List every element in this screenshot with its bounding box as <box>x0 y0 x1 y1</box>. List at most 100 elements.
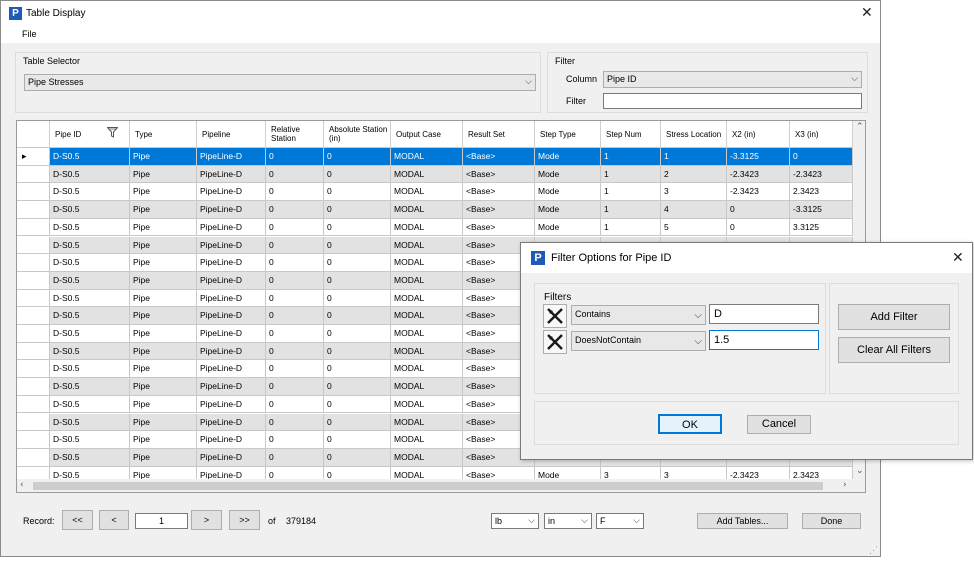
table-cell[interactable]: 0 <box>266 325 324 343</box>
table-cell[interactable]: 0 <box>266 201 324 219</box>
table-cell[interactable]: PipeLine-D <box>197 448 266 467</box>
row-header[interactable] <box>17 307 50 325</box>
filter-2-operator-dropdown[interactable]: DoesNotContain ⌵ <box>571 331 706 351</box>
table-cell[interactable]: D-S0.5 <box>50 413 130 432</box>
table-cell[interactable]: PipeLine-D <box>197 289 266 308</box>
table-cell[interactable]: 5 <box>661 218 727 237</box>
table-cell[interactable]: PipeLine-D <box>197 254 266 272</box>
column-header-relative-station[interactable]: Relative Station <box>266 121 324 147</box>
table-cell[interactable]: 1 <box>601 183 661 202</box>
table-cell[interactable]: 1 <box>601 218 661 237</box>
table-cell[interactable]: Mode <box>535 183 601 202</box>
table-cell[interactable]: Mode <box>535 165 601 184</box>
table-cell[interactable]: PipeLine-D <box>197 201 266 219</box>
column-header-type[interactable]: Type <box>130 121 197 147</box>
row-header[interactable] <box>17 431 50 449</box>
table-cell[interactable]: MODAL <box>391 378 463 396</box>
table-cell[interactable]: MODAL <box>391 218 463 237</box>
table-cell[interactable]: MODAL <box>391 183 463 202</box>
table-cell[interactable]: 3.3125 <box>790 218 853 237</box>
done-button[interactable]: Done <box>802 513 861 529</box>
table-cell[interactable]: 0 <box>324 165 391 184</box>
table-cell[interactable]: 2.3423 <box>790 183 853 202</box>
record-page-input[interactable]: 1 <box>135 513 188 529</box>
table-cell[interactable]: 0 <box>266 378 324 396</box>
table-cell[interactable]: Mode <box>535 148 601 166</box>
table-cell[interactable]: MODAL <box>391 236 463 255</box>
first-record-button[interactable]: << <box>62 510 93 530</box>
table-cell[interactable]: PipeLine-D <box>197 183 266 202</box>
remove-filter-1-button[interactable] <box>543 304 567 328</box>
column-header-x3[interactable]: X3 (in) <box>790 121 853 147</box>
table-cell[interactable]: MODAL <box>391 431 463 449</box>
filter-funnel-icon[interactable] <box>107 127 118 138</box>
table-cell[interactable]: 1 <box>601 165 661 184</box>
table-cell[interactable]: Pipe <box>130 431 197 449</box>
force-unit-dropdown[interactable]: lb ⌵ <box>491 513 539 529</box>
table-cell[interactable]: 0 <box>266 342 324 361</box>
table-row[interactable]: D-S0.5 Pipe PipeLine-D 0 0 MODAL <Base> Mode 1 3-… <box>17 183 853 202</box>
table-cell[interactable]: Pipe <box>130 289 197 308</box>
table-cell[interactable]: 1 <box>601 148 661 166</box>
table-cell[interactable]: <Base> <box>463 183 535 202</box>
table-cell[interactable]: Pipe <box>130 325 197 343</box>
table-cell[interactable]: 0 <box>266 183 324 202</box>
table-cell[interactable]: D-S0.5 <box>50 307 130 325</box>
table-cell[interactable]: MODAL <box>391 360 463 379</box>
table-cell[interactable]: 0 <box>266 165 324 184</box>
length-unit-dropdown[interactable]: in ⌵ <box>544 513 592 529</box>
clear-all-filters-button[interactable]: Clear All Filters <box>838 337 950 363</box>
row-header[interactable] <box>17 201 50 219</box>
table-cell[interactable]: 0 <box>324 218 391 237</box>
table-cell[interactable]: 0 <box>324 395 391 414</box>
table-cell[interactable]: D-S0.5 <box>50 148 130 166</box>
table-cell[interactable]: D-S0.5 <box>50 342 130 361</box>
table-cell[interactable]: Pipe <box>130 448 197 467</box>
table-cell[interactable]: MODAL <box>391 254 463 272</box>
table-cell[interactable]: 2 <box>661 165 727 184</box>
table-cell[interactable]: D-S0.5 <box>50 448 130 467</box>
table-cell[interactable]: Pipe <box>130 236 197 255</box>
temp-unit-dropdown[interactable]: F ⌵ <box>596 513 644 529</box>
table-cell[interactable]: PipeLine-D <box>197 165 266 184</box>
table-cell[interactable]: MODAL <box>391 307 463 325</box>
table-cell[interactable]: 0 <box>266 395 324 414</box>
table-cell[interactable]: 0 <box>324 183 391 202</box>
row-header[interactable] <box>17 395 50 414</box>
table-cell[interactable]: D-S0.5 <box>50 201 130 219</box>
filter-input[interactable] <box>603 93 862 109</box>
next-record-button[interactable]: > <box>191 510 222 530</box>
table-cell[interactable]: Pipe <box>130 201 197 219</box>
table-cell[interactable]: 1 <box>601 201 661 219</box>
table-cell[interactable]: MODAL <box>391 289 463 308</box>
row-header[interactable] <box>17 378 50 396</box>
table-cell[interactable]: -2.3423 <box>727 183 790 202</box>
table-cell[interactable]: Pipe <box>130 360 197 379</box>
table-cell[interactable]: 0 <box>266 271 324 290</box>
table-cell[interactable]: 0 <box>324 201 391 219</box>
table-cell[interactable]: 0 <box>324 307 391 325</box>
table-cell[interactable]: PipeLine-D <box>197 325 266 343</box>
table-cell[interactable]: 0 <box>266 448 324 467</box>
table-cell[interactable]: Pipe <box>130 165 197 184</box>
remove-filter-2-button[interactable] <box>543 330 567 354</box>
table-cell[interactable]: D-S0.5 <box>50 165 130 184</box>
table-cell[interactable]: 0 <box>324 271 391 290</box>
table-row[interactable]: D-S0.5 Pipe PipeLine-D 0 0 MODAL <Base> Mode 1 5 0… <box>17 218 853 237</box>
table-cell[interactable]: D-S0.5 <box>50 289 130 308</box>
row-header[interactable] <box>17 360 50 379</box>
table-row[interactable]: D-S0.5 Pipe PipeLine-D 0 0 MODAL <Base> Mode 1 4 0… <box>17 201 853 219</box>
last-record-button[interactable]: >> <box>229 510 260 530</box>
table-cell[interactable]: 0 <box>266 431 324 449</box>
table-cell[interactable]: 0 <box>324 448 391 467</box>
table-cell[interactable]: <Base> <box>463 165 535 184</box>
table-cell[interactable]: -2.3423 <box>727 165 790 184</box>
table-cell[interactable]: -2.3423 <box>790 165 853 184</box>
cancel-button[interactable]: Cancel <box>747 415 811 434</box>
table-cell[interactable]: PipeLine-D <box>197 342 266 361</box>
table-cell[interactable]: Pipe <box>130 378 197 396</box>
filter-2-value-input[interactable]: 1.5 <box>709 330 819 350</box>
column-dropdown[interactable]: Pipe ID ⌵ <box>603 71 862 88</box>
table-cell[interactable]: MODAL <box>391 201 463 219</box>
table-cell[interactable]: <Base> <box>463 201 535 219</box>
